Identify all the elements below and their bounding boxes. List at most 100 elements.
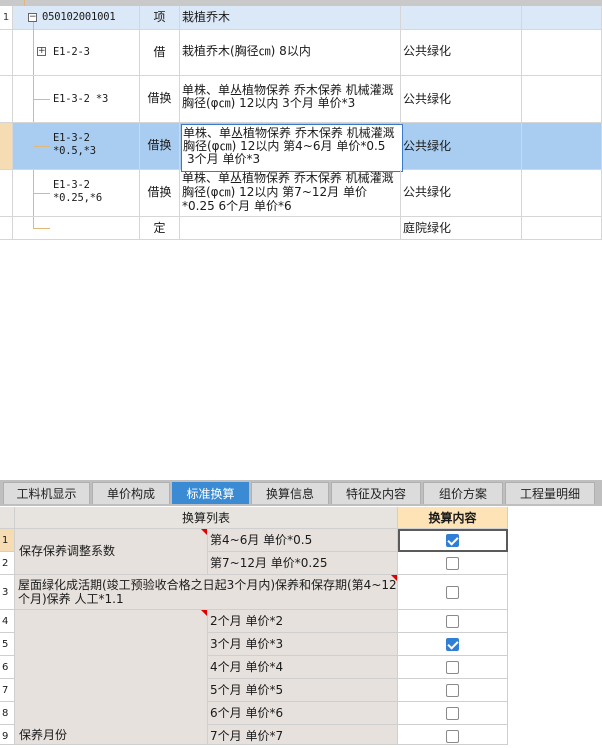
extra-cell[interactable] xyxy=(522,170,602,217)
spec-cell[interactable]: 公共绿化 xyxy=(401,76,522,123)
option-cell[interactable]: 3个月 单价*3 xyxy=(208,633,398,656)
corner-cell xyxy=(0,507,15,529)
checkbox[interactable] xyxy=(446,615,459,628)
spec-cell[interactable]: 庭院绿化 xyxy=(401,217,522,240)
checkbox[interactable] xyxy=(446,684,459,697)
name-cell[interactable]: 单株、单丛植物保养 乔木保养 机械灌溉 胸径(φ㎝) 12以内 第7~12月 单… xyxy=(180,170,401,217)
content-cell[interactable] xyxy=(398,552,508,575)
code-cell[interactable] xyxy=(13,217,140,240)
option-cell[interactable]: 第4~6月 单价*0.5 xyxy=(208,529,398,552)
tab-conversion-info[interactable]: 换算信息 xyxy=(251,482,329,504)
checkbox[interactable] xyxy=(446,534,459,547)
spec-cell[interactable] xyxy=(401,6,522,30)
tab-features[interactable]: 特征及内容 xyxy=(331,482,421,504)
row-number: 2 xyxy=(0,552,15,575)
code-line-1: E1-3-2 xyxy=(53,132,90,144)
code-text: E1-3-2 *3 xyxy=(53,93,109,105)
name-cell[interactable]: 栽植乔木(胸径㎝) 8以内 xyxy=(180,30,401,76)
extra-cell[interactable] xyxy=(522,6,602,30)
tab-labor-material[interactable]: 工料机显示 xyxy=(3,482,90,504)
option-cell[interactable]: 7个月 单价*7 xyxy=(208,725,398,745)
content-cell[interactable] xyxy=(398,575,508,610)
name-text: 栽植乔木(胸径㎝) 8以内 xyxy=(182,44,311,58)
group-roof-greening[interactable]: 屋面绿化成活期(竣工预验收合格之日起3个月内)保养和保存期(第4~12 个月)保… xyxy=(15,575,398,610)
row-number: 3 xyxy=(0,575,15,610)
code-text: E1-2-3 xyxy=(53,46,90,58)
group-line-2: 个月)保养 人工*1.1 xyxy=(18,592,124,606)
content-cell[interactable] xyxy=(398,610,508,633)
option-cell[interactable]: 2个月 单价*2 xyxy=(208,610,398,633)
row-number: 8 xyxy=(0,702,15,725)
tab-quantity-detail[interactable]: 工程量明细 xyxy=(505,482,595,504)
name-line-2: 胸径(φ㎝) 12以内 3个月 单价*3 xyxy=(182,96,356,110)
content-cell[interactable] xyxy=(398,633,508,656)
row-number xyxy=(0,123,13,170)
name-cell[interactable] xyxy=(180,217,401,240)
collapse-icon[interactable]: − xyxy=(28,13,37,22)
name-edit-textarea[interactable]: 单株、单丛植物保养 乔木保养 机械灌溉 胸径(φ㎝) 12以内 第4~6月 单价… xyxy=(181,124,403,172)
code-line-2: *0.5,*3 xyxy=(53,145,96,157)
option-cell[interactable]: 5个月 单价*5 xyxy=(208,679,398,702)
option-label: 4个月 单价*4 xyxy=(210,660,284,674)
option-cell[interactable]: 4个月 单价*4 xyxy=(208,656,398,679)
code-line-1: E1-3-2 xyxy=(53,179,90,191)
type-cell[interactable]: 借换 xyxy=(140,76,180,123)
code-line-2: *0.25,*6 xyxy=(53,192,102,204)
name-text: 栽植乔木 xyxy=(182,10,231,24)
checkbox[interactable] xyxy=(446,707,459,720)
option-cell[interactable]: 6个月 单价*6 xyxy=(208,702,398,725)
spec-cell[interactable]: 公共绿化 xyxy=(401,30,522,76)
empty-area xyxy=(508,507,602,745)
type-cell[interactable]: 借换 xyxy=(140,170,180,217)
content-cell[interactable] xyxy=(398,725,508,745)
option-label: 2个月 单价*2 xyxy=(210,614,284,628)
expand-icon[interactable]: + xyxy=(37,47,46,56)
extra-cell[interactable] xyxy=(522,217,602,240)
extra-cell[interactable] xyxy=(522,76,602,123)
checkbox[interactable] xyxy=(446,730,459,743)
group-label: 保养月份 xyxy=(19,728,68,742)
tab-standard-conversion[interactable]: 标准换算 xyxy=(172,482,249,504)
note-marker-icon xyxy=(201,610,207,616)
extra-cell[interactable] xyxy=(522,123,602,170)
code-cell[interactable]: E1-3-2 *0.25,*6 xyxy=(13,170,140,217)
name-cell[interactable]: 单株、单丛植物保养 乔木保养 机械灌溉 胸径(φ㎝) 12以内 3个月 单价*3 xyxy=(180,76,401,123)
code-cell[interactable]: E1-3-2 *0.5,*3 xyxy=(13,123,140,170)
tab-pricing-scheme[interactable]: 组价方案 xyxy=(423,482,503,504)
row-number: 9 xyxy=(0,725,15,745)
option-label: 3个月 单价*3 xyxy=(210,637,284,651)
spec-cell[interactable]: 公共绿化 xyxy=(401,123,522,170)
checkbox[interactable] xyxy=(446,661,459,674)
type-cell[interactable]: 借换 xyxy=(140,123,180,170)
checkbox[interactable] xyxy=(446,638,459,651)
content-cell[interactable] xyxy=(398,656,508,679)
content-cell[interactable] xyxy=(398,702,508,725)
spec-text: 公共绿化 xyxy=(403,139,452,153)
code-cell[interactable]: E1-3-2 *3 xyxy=(13,76,140,123)
group-save-maintenance: 保存保养调整系数 xyxy=(15,529,208,575)
option-cell[interactable]: 第7~12月 单价*0.25 xyxy=(208,552,398,575)
name-cell[interactable]: 栽植乔木 xyxy=(180,6,401,30)
name-line-3: *0.25 6个月 单价*6 xyxy=(182,199,292,213)
extra-cell[interactable] xyxy=(522,30,602,76)
tab-unit-price[interactable]: 单价构成 xyxy=(92,482,170,504)
spec-text: 公共绿化 xyxy=(403,92,452,106)
checkbox[interactable] xyxy=(446,586,459,599)
note-marker-icon xyxy=(201,529,207,535)
row-number: 1 xyxy=(0,6,13,30)
content-cell[interactable] xyxy=(398,679,508,702)
option-label: 6个月 单价*6 xyxy=(210,706,284,720)
row-number: 6 xyxy=(0,656,15,679)
spec-text: 庭院绿化 xyxy=(403,221,452,235)
type-cell[interactable]: 项 xyxy=(140,6,180,30)
spec-cell[interactable]: 公共绿化 xyxy=(401,170,522,217)
type-cell[interactable]: 借 xyxy=(140,30,180,76)
row-number: 7 xyxy=(0,679,15,702)
group-maintenance-months: 保养月份 xyxy=(15,610,208,745)
type-cell[interactable]: 定 xyxy=(140,217,180,240)
checkbox[interactable] xyxy=(446,557,459,570)
content-cell-selected[interactable] xyxy=(398,529,508,552)
row-number xyxy=(0,217,13,240)
code-cell[interactable]: + E1-2-3 xyxy=(13,30,140,76)
group-line-1: 屋面绿化成活期(竣工预验收合格之日起3个月内)保养和保存期(第4~12 xyxy=(18,578,397,592)
